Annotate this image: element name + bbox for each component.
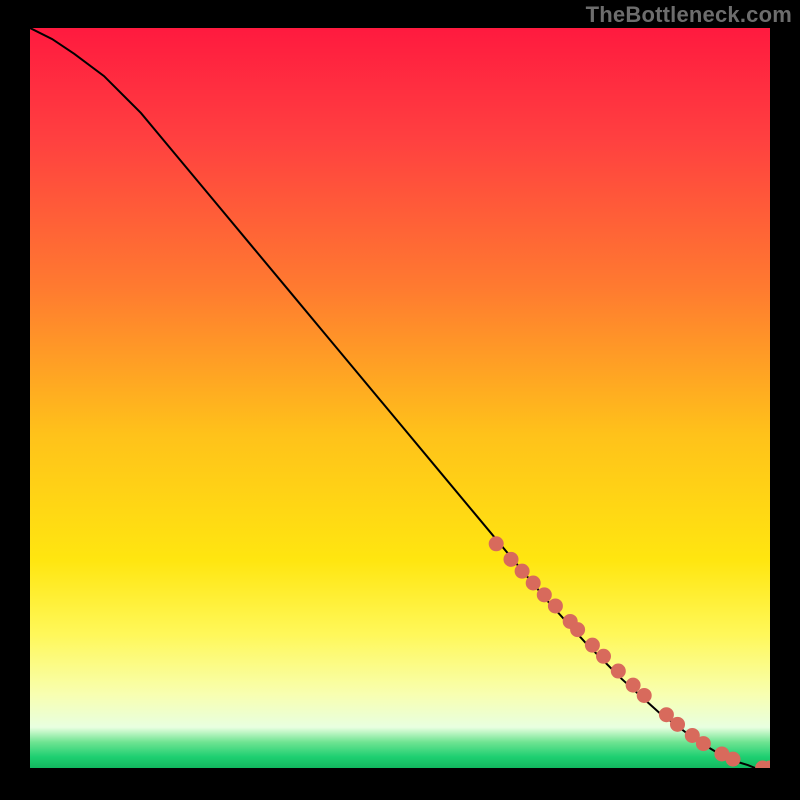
curve-marker <box>537 587 552 602</box>
curve-marker <box>626 678 641 693</box>
watermark-text: TheBottleneck.com <box>586 2 792 28</box>
curve-marker <box>596 649 611 664</box>
curve-marker <box>670 717 685 732</box>
curve-marker <box>611 664 626 679</box>
chart-svg <box>30 28 770 768</box>
curve-marker <box>515 564 530 579</box>
plot-area <box>30 28 770 768</box>
chart-frame: TheBottleneck.com <box>0 0 800 800</box>
curve-marker <box>637 688 652 703</box>
curve-marker <box>526 576 541 591</box>
curve-marker <box>585 638 600 653</box>
curve-marker <box>504 552 519 567</box>
curve-marker <box>726 752 741 767</box>
curve-marker <box>696 736 711 751</box>
curve-marker <box>548 598 563 613</box>
curve-marker <box>489 536 504 551</box>
heat-gradient-background <box>30 28 770 768</box>
curve-marker <box>570 622 585 637</box>
